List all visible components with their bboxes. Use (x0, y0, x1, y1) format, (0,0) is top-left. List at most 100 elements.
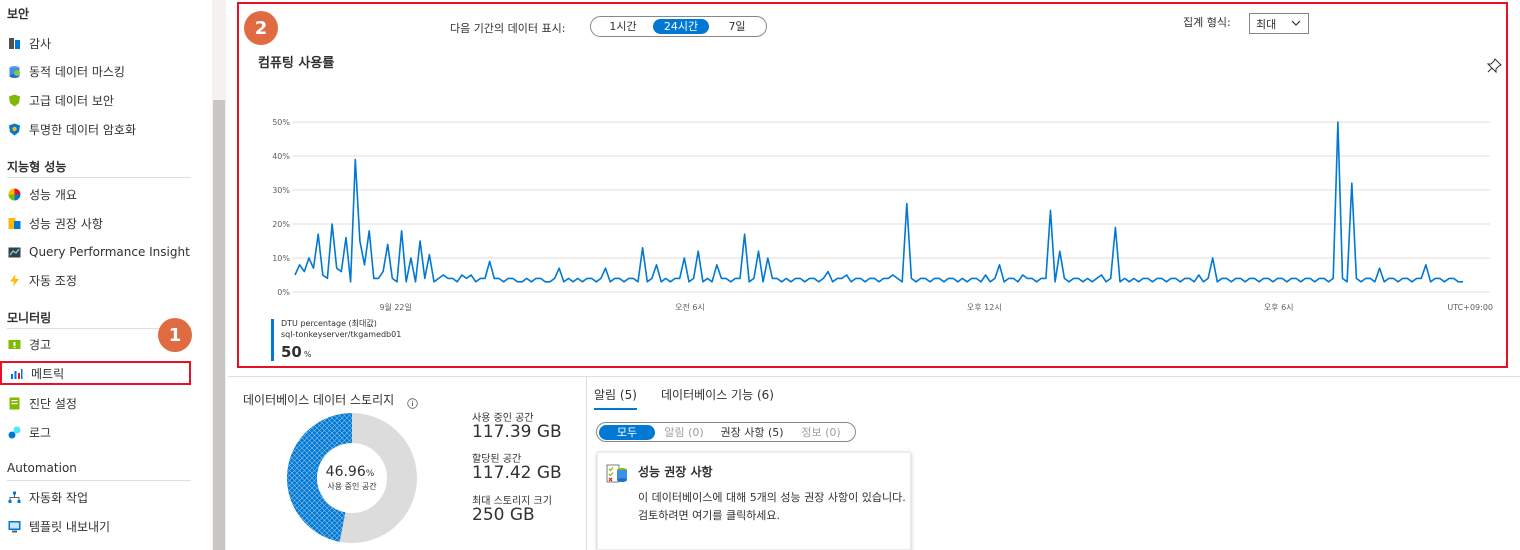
legend-metric-name: DTU percentage (최대값) (281, 319, 377, 328)
alert-icon (7, 337, 21, 351)
period-option-24h[interactable]: 24시간 (653, 19, 709, 34)
timezone-label: UTC+09:00 (1447, 303, 1493, 312)
sidebar-item-label: 자동화 작업 (29, 490, 89, 505)
advanced-security-icon (7, 93, 21, 107)
sidebar-item-export-template[interactable]: 템플릿 내보내기 (0, 514, 191, 538)
export-template-icon (7, 519, 21, 533)
storage-donut-chart: 46.96% 사용 중인 공간 (287, 413, 417, 543)
audit-icon (7, 36, 21, 50)
automation-tasks-icon (7, 490, 21, 504)
y-tick-label: 40% (272, 152, 290, 161)
donut-percent-value: 46.96 (326, 464, 366, 480)
period-label: 다음 기간의 데이터 표시: (450, 22, 566, 35)
aggregation-select[interactable]: 최대 (1249, 13, 1309, 34)
recommendation-checklist-icon (606, 463, 628, 489)
y-tick-label: 0% (277, 288, 290, 297)
metrics-icon (9, 366, 23, 380)
tab-alerts[interactable]: 알림 (5) (594, 386, 637, 410)
legend-value-unit: % (303, 350, 312, 359)
sidebar-item-automatic-tuning[interactable]: 자동 조정 (0, 268, 191, 292)
legend-value: 50% (281, 343, 311, 361)
section-title-automation: Automation (7, 461, 77, 475)
period-toggle[interactable]: 1시간 24시간 7일 (590, 16, 767, 37)
legend-resource-name: sql-tonkeyserver/tkgamedb01 (281, 330, 402, 339)
sidebar-item-metrics[interactable]: 메트릭 (0, 361, 191, 385)
sidebar-item-label: 투명한 데이터 암호화 (29, 122, 136, 137)
sidebar-item-label: 성능 권장 사항 (29, 216, 103, 231)
sidebar-item-label: 메트릭 (31, 366, 65, 381)
sidebar-item-label: 템플릿 내보내기 (29, 519, 111, 534)
sidebar-item-logs[interactable]: 로그 (0, 420, 191, 444)
section-title-security: 보안 (7, 7, 30, 21)
azure-portal-sql-database-page: 보안 감사 동적 데이터 마스킹 고급 데이터 보안 투명한 데이터 암호화 지… (0, 0, 1520, 550)
lower-divider (228, 376, 1520, 377)
sidebar-item-query-performance-insight[interactable]: Query Performance Insight (0, 240, 191, 264)
used-space-value: 117.39 GB (472, 422, 562, 442)
y-tick-label: 20% (272, 220, 290, 229)
sidebar-item-label: 감사 (29, 36, 52, 51)
x-tick-label: 9월 22일 (379, 302, 412, 312)
section-divider (7, 480, 191, 481)
filter-option-info[interactable]: 정보 (0) (791, 425, 851, 440)
sidebar-item-audit[interactable]: 감사 (0, 31, 191, 55)
y-tick-label: 10% (272, 254, 290, 263)
step-badge-1: 1 (158, 318, 192, 352)
donut-percent-unit: % (366, 469, 375, 479)
sidebar-item-performance-overview[interactable]: 성능 개요 (0, 182, 191, 206)
sidebar-item-diagnostic-settings[interactable]: 진단 설정 (0, 391, 191, 415)
allocated-space-value: 117.42 GB (472, 463, 562, 483)
sidebar-item-label: 성능 개요 (29, 187, 77, 202)
pin-icon[interactable] (1486, 58, 1502, 78)
data-masking-icon (7, 64, 21, 78)
performance-overview-icon (7, 187, 21, 201)
aggregation-value: 최대 (1256, 17, 1277, 31)
period-option-7d[interactable]: 7일 (709, 19, 765, 34)
legend-color-bar (271, 319, 274, 361)
query-insight-icon (7, 245, 21, 259)
y-tick-label: 30% (272, 186, 290, 195)
lower-vertical-divider (586, 377, 587, 550)
encryption-shield-icon (7, 122, 21, 136)
card-body: 이 데이터베이스에 대해 5개의 성능 권장 사항이 있습니다. 검토하려면 여… (638, 491, 906, 522)
x-tick-label: 오전 6시 (675, 302, 705, 312)
sidebar-item-performance-recommendations[interactable]: 성능 권장 사항 (0, 211, 191, 235)
sidebar-item-label: 고급 데이터 보안 (29, 93, 114, 108)
section-title-intelligent-performance: 지능형 성능 (7, 160, 67, 174)
chevron-down-icon (1290, 17, 1302, 32)
sidebar-item-dynamic-data-masking[interactable]: 동적 데이터 마스킹 (0, 59, 191, 83)
sidebar-item-label: 경고 (29, 337, 52, 352)
donut-percent-text: 46.96% (326, 464, 375, 480)
sidebar-item-label: Query Performance Insight (29, 245, 190, 259)
diagnostic-settings-icon (7, 396, 21, 410)
x-tick-label: 오후 12시 (967, 303, 1002, 312)
donut-caption: 사용 중인 공간 (327, 481, 377, 491)
sidebar-item-label: 동적 데이터 마스킹 (29, 64, 125, 79)
sidebar-item-tde[interactable]: 투명한 데이터 암호화 (0, 117, 191, 141)
sidebar-item-automation-tasks[interactable]: 자동화 작업 (0, 485, 191, 509)
y-tick-label: 50% (272, 118, 290, 127)
card-title: 성능 권장 사항 (638, 465, 713, 479)
performance-recommendations-icon (7, 216, 21, 230)
compute-utilization-chart: 0% 10% 20% 30% 40% 50% 9월 22일 오전 6시 오후 12시 오후 6시 U… (272, 118, 1493, 312)
alert-filter-toggle[interactable]: 모두 알림 (0) 권장 사항 (5) 정보 (0) (596, 422, 856, 442)
recommendation-card[interactable]: 성능 권장 사항 이 데이터베이스에 대해 5개의 성능 권장 사항이 있습니다… (597, 452, 911, 550)
chart-title: 컴퓨팅 사용률 (258, 56, 335, 71)
max-storage-value: 250 GB (472, 505, 535, 525)
sidebar-item-advanced-data-security[interactable]: 고급 데이터 보안 (0, 88, 191, 112)
logs-icon (7, 425, 21, 439)
lightning-icon (7, 273, 21, 287)
tab-database-features[interactable]: 데이터베이스 기능 (6) (661, 386, 774, 410)
period-option-1h[interactable]: 1시간 (593, 19, 653, 34)
info-icon[interactable] (407, 394, 418, 413)
sidebar-item-label: 진단 설정 (29, 396, 77, 411)
filter-option-recommendations[interactable]: 권장 사항 (5) (713, 425, 791, 440)
resource-menu-sidebar: 보안 감사 동적 데이터 마스킹 고급 데이터 보안 투명한 데이터 암호화 지… (0, 0, 212, 550)
x-tick-label: 오후 6시 (1264, 303, 1294, 312)
sidebar-item-label: 자동 조정 (29, 273, 77, 288)
step-badge-2: 2 (244, 11, 278, 45)
filter-option-alerts[interactable]: 알림 (0) (655, 425, 713, 440)
aggregation-label: 집계 형식: (1183, 16, 1231, 29)
sidebar-scrollbar-thumb[interactable] (213, 100, 225, 550)
legend-value-number: 50 (281, 343, 302, 361)
filter-option-all[interactable]: 모두 (599, 424, 655, 440)
